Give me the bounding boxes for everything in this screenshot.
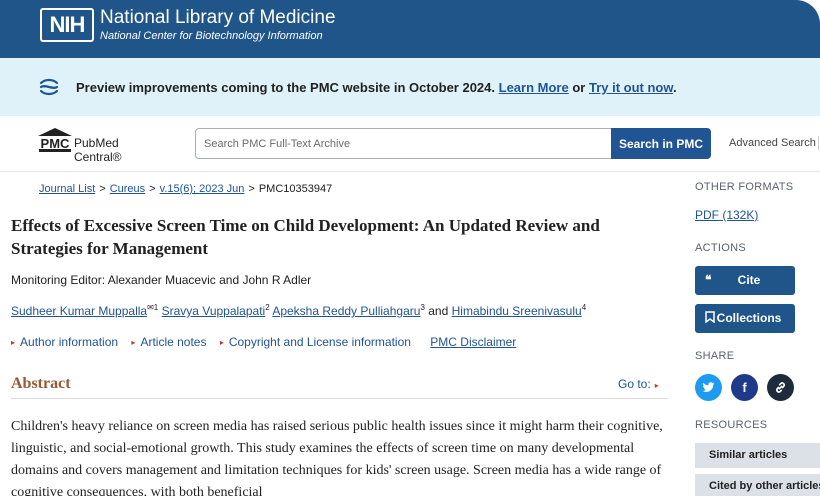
cited-by-item[interactable]: Cited by other articles: [695, 474, 820, 496]
abstract-text: Children's heavy reliance on screen medi…: [11, 419, 663, 496]
breadcrumb-separator: >: [149, 183, 156, 195]
pmc-roof-icon: [38, 128, 72, 136]
preview-banner: Preview improvements coming to the PMC w…: [0, 58, 820, 116]
author-affiliation: 3: [420, 303, 425, 312]
cite-label: Cite: [737, 273, 761, 287]
author-affiliation: 4: [581, 303, 587, 312]
breadcrumb-cureus[interactable]: Cureus: [110, 183, 145, 195]
and-text: and: [428, 304, 449, 318]
breadcrumb: Journal List > Cureus > v.15(6); 2023 Jun > PM…: [39, 183, 332, 195]
banner-message: Preview improvements coming to the PMC w…: [76, 80, 496, 95]
author-affiliation[interactable]: ✉1: [147, 303, 158, 312]
pmc-logo-name: PubMed Central®: [74, 136, 122, 164]
pmc-disclaimer-link[interactable]: PMC Disclaimer: [430, 335, 516, 349]
pmc-logo[interactable]: PMC PubMed Central®: [38, 128, 168, 164]
abstract-heading: Abstract: [11, 375, 71, 392]
site-title[interactable]: National Library of Medicine: [100, 7, 336, 29]
article-title: Effects of Excessive Screen Time on Chil…: [11, 216, 600, 258]
cite-button[interactable]: ❝ Cite: [695, 266, 795, 295]
similar-articles-item[interactable]: Similar articles: [695, 443, 820, 468]
article-notes-toggle[interactable]: Article notes: [140, 335, 206, 349]
author-list: Sudheer Kumar Muppalla✉1 Sravya Vuppalap…: [11, 303, 586, 318]
actions-label: ACTIONS: [695, 242, 746, 254]
twitter-icon[interactable]: [695, 374, 722, 401]
facebook-icon[interactable]: f: [731, 374, 758, 401]
author-affiliation: 2: [265, 303, 270, 312]
triangle-right-icon: ▸: [131, 338, 136, 347]
pdf-link[interactable]: PDF (132K): [695, 208, 758, 222]
abstract-rule: [11, 398, 668, 399]
collections-label: Collections: [716, 311, 782, 325]
header-divider: [818, 136, 819, 150]
goto-menu[interactable]: Go to: ▸: [618, 377, 659, 391]
header-rule: [0, 171, 820, 172]
site-subtitle: National Center for Biotechnology Inform…: [100, 30, 323, 42]
article-meta-links: ▸ Author information ▸ Article notes ▸ Copy…: [11, 335, 516, 349]
author-link[interactable]: Sudheer Kumar Muppalla: [11, 304, 147, 318]
link-icon[interactable]: [767, 374, 794, 401]
nih-header: NIH National Library of Medicine Nationa…: [0, 0, 820, 58]
copyright-toggle[interactable]: Copyright and License information: [229, 335, 411, 349]
banner-period: .: [672, 80, 677, 95]
other-formats-label: OTHER FORMATS: [695, 181, 794, 193]
author-link[interactable]: Himabindu Sreenivasulu: [452, 304, 582, 318]
breadcrumb-pmcid: PMC10353947: [258, 183, 333, 195]
search-input[interactable]: [195, 128, 612, 159]
triangle-right-icon: ▸: [219, 338, 224, 347]
learn-more-link[interactable]: Learn More: [499, 80, 569, 95]
author-link[interactable]: Apeksha Reddy Pulliahgaru: [272, 304, 420, 318]
banner-or: or: [572, 80, 586, 95]
breadcrumb-journal-list[interactable]: Journal List: [39, 183, 95, 195]
author-information-toggle[interactable]: Author information: [20, 335, 118, 349]
search-button[interactable]: Search in PMC: [611, 128, 711, 159]
monitoring-editor: Monitoring Editor: Alexander Muacevic an…: [11, 273, 312, 287]
author-link[interactable]: Sravya Vuppalapati: [162, 304, 266, 318]
breadcrumb-separator: >: [248, 183, 255, 195]
breadcrumb-issue[interactable]: v.15(6); 2023 Jun: [160, 183, 245, 195]
nih-logo[interactable]: NIH: [40, 8, 94, 42]
triangle-right-icon: ▸: [11, 338, 16, 347]
share-label: SHARE: [695, 350, 735, 362]
collections-button[interactable]: Collections: [695, 304, 795, 333]
banner-text: Preview improvements coming to the PMC w…: [76, 80, 677, 95]
pmc-logo-short: PMC: [39, 136, 71, 152]
triangle-right-icon: ▸: [654, 381, 659, 390]
swirl-icon: [39, 78, 59, 96]
resources-label: RESOURCES: [695, 419, 768, 431]
breadcrumb-separator: >: [99, 183, 106, 195]
goto-label: Go to:: [618, 377, 651, 391]
advanced-search-link[interactable]: Advanced Search: [729, 137, 816, 149]
try-it-link[interactable]: Try it out now: [589, 80, 673, 95]
